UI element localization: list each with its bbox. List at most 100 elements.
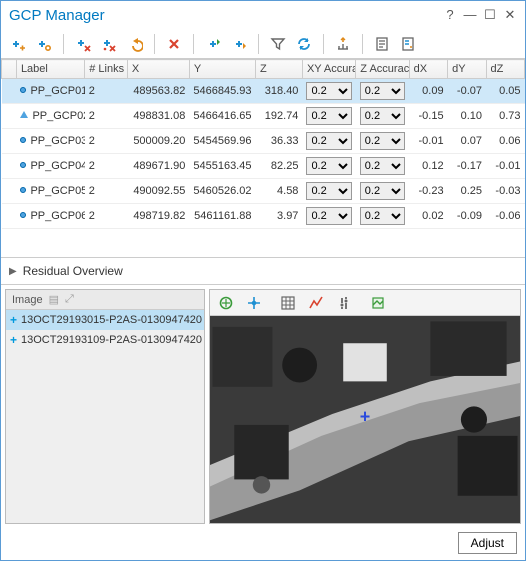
xy-accuracy-select[interactable]: 0.2	[306, 157, 351, 175]
table-row[interactable]: PP_GCP062498719.825461161.883.970.20.20.…	[2, 204, 525, 229]
za-accuracy-select[interactable]: 0.2	[360, 132, 405, 150]
cell-za-accuracy: 0.2	[356, 179, 409, 204]
za-accuracy-select[interactable]: 0.2	[360, 207, 405, 225]
row-selector[interactable]	[2, 104, 17, 129]
maximize-button[interactable]: ☐	[483, 8, 497, 22]
col-header[interactable]: XY Accuracy	[302, 60, 355, 79]
adjust-button[interactable]: Adjust	[458, 532, 517, 554]
cell-z: 3.97	[255, 204, 302, 229]
cell-x: 489563.82	[127, 79, 189, 104]
cell-dy: 0.10	[448, 104, 486, 129]
expand-icon[interactable]: +	[10, 333, 17, 347]
cell-y: 5455163.45	[189, 154, 255, 179]
xy-accuracy-select[interactable]: 0.2	[306, 207, 351, 225]
grid-tool[interactable]	[277, 292, 299, 314]
col-header[interactable]: # Links	[85, 60, 128, 79]
delete-all-button[interactable]	[98, 33, 120, 55]
col-header[interactable]: X	[127, 60, 189, 79]
main-toolbar	[1, 29, 525, 59]
help-button[interactable]: ?	[443, 8, 457, 22]
link-tool[interactable]	[333, 292, 355, 314]
layers-tool[interactable]	[367, 292, 389, 314]
za-accuracy-select[interactable]: 0.2	[360, 107, 405, 125]
col-header[interactable]: Z	[255, 60, 302, 79]
expand-icon[interactable]: +	[10, 313, 17, 327]
cell-links: 2	[85, 204, 128, 229]
cell-dz: -0.03	[486, 179, 525, 204]
za-accuracy-select[interactable]: 0.2	[360, 82, 405, 100]
col-header[interactable]: Z Accuracy	[356, 60, 409, 79]
cell-dz: 0.73	[486, 104, 525, 129]
cell-dy: -0.09	[448, 204, 486, 229]
minimize-button[interactable]: —	[463, 8, 477, 22]
cell-dx: -0.01	[409, 129, 447, 154]
col-header[interactable]: dZ	[486, 60, 525, 79]
report-button[interactable]	[371, 33, 393, 55]
gcp-marker-icon	[20, 111, 28, 118]
settings-button[interactable]	[397, 33, 419, 55]
image-name: 13OCT29193015-P2AS-0130947420	[21, 314, 202, 326]
cell-label: PP_GCP04	[16, 154, 84, 179]
xy-accuracy-select[interactable]: 0.2	[306, 182, 351, 200]
col-header[interactable]: Label	[16, 60, 84, 79]
cell-label: PP_GCP05	[16, 179, 84, 204]
image-viewport[interactable]: +	[210, 316, 520, 523]
cell-xy-accuracy: 0.2	[302, 204, 355, 229]
col-header[interactable]	[2, 60, 17, 79]
col-header[interactable]: dX	[409, 60, 447, 79]
row-selector[interactable]	[2, 179, 17, 204]
undo-button[interactable]	[124, 33, 146, 55]
table-row[interactable]: PP_GCP012489563.825466845.93318.400.20.2…	[2, 79, 525, 104]
table-row[interactable]: PP_GCP052490092.555460526.024.580.20.2-0…	[2, 179, 525, 204]
table-row[interactable]: PP_GCP022498831.085466416.65192.740.20.2…	[2, 104, 525, 129]
image-list-item[interactable]: +13OCT29193015-P2AS-0130947420	[6, 310, 204, 330]
image-viewer-panel: +	[209, 289, 521, 524]
table-row[interactable]: PP_GCP032500009.205454569.9636.330.20.2-…	[2, 129, 525, 154]
cell-links: 2	[85, 79, 128, 104]
add-gcp-button[interactable]	[7, 33, 29, 55]
viewer-toolbar	[210, 290, 520, 316]
measure-button[interactable]	[332, 33, 354, 55]
pan-tool[interactable]	[243, 292, 265, 314]
cell-dx: 0.12	[409, 154, 447, 179]
cell-dx: 0.02	[409, 204, 447, 229]
table-row[interactable]: PP_GCP042489671.905455163.4582.250.20.20…	[2, 154, 525, 179]
close-button[interactable]: ✕	[503, 8, 517, 22]
image-list-item[interactable]: +13OCT29193109-P2AS-0130947420	[6, 330, 204, 350]
cell-label: PP_GCP02	[16, 104, 84, 129]
image-expand-icon[interactable]: ⤢	[65, 293, 74, 306]
image-sort-icon[interactable]: ▤	[49, 293, 59, 306]
cell-links: 2	[85, 179, 128, 204]
cell-dz: 0.05	[486, 79, 525, 104]
delete-x-button[interactable]	[163, 33, 185, 55]
add-tie-button[interactable]	[33, 33, 55, 55]
xy-accuracy-select[interactable]: 0.2	[306, 107, 351, 125]
delete-selected-button[interactable]	[72, 33, 94, 55]
za-accuracy-select[interactable]: 0.2	[360, 182, 405, 200]
refresh-button[interactable]	[293, 33, 315, 55]
za-accuracy-select[interactable]: 0.2	[360, 157, 405, 175]
xy-accuracy-select[interactable]: 0.2	[306, 82, 351, 100]
gcp-marker-icon	[20, 87, 26, 93]
import-button[interactable]	[202, 33, 224, 55]
cell-z: 4.58	[255, 179, 302, 204]
zoom-full-tool[interactable]	[215, 292, 237, 314]
residual-overview-toggle[interactable]: ▶ Residual Overview	[1, 257, 525, 285]
export-button[interactable]	[228, 33, 250, 55]
col-header[interactable]: Y	[189, 60, 255, 79]
xy-accuracy-select[interactable]: 0.2	[306, 132, 351, 150]
row-selector[interactable]	[2, 79, 17, 104]
cell-y: 5461161.88	[189, 204, 255, 229]
cell-dy: 0.25	[448, 179, 486, 204]
profile-tool[interactable]	[305, 292, 327, 314]
cell-label: PP_GCP03	[16, 129, 84, 154]
col-header[interactable]: dY	[448, 60, 486, 79]
cell-dx: -0.15	[409, 104, 447, 129]
filter-button[interactable]	[267, 33, 289, 55]
row-selector[interactable]	[2, 204, 17, 229]
row-selector[interactable]	[2, 129, 17, 154]
title-bar: GCP Manager ? — ☐ ✕	[1, 1, 525, 29]
cell-dy: -0.07	[448, 79, 486, 104]
cell-xy-accuracy: 0.2	[302, 154, 355, 179]
row-selector[interactable]	[2, 154, 17, 179]
